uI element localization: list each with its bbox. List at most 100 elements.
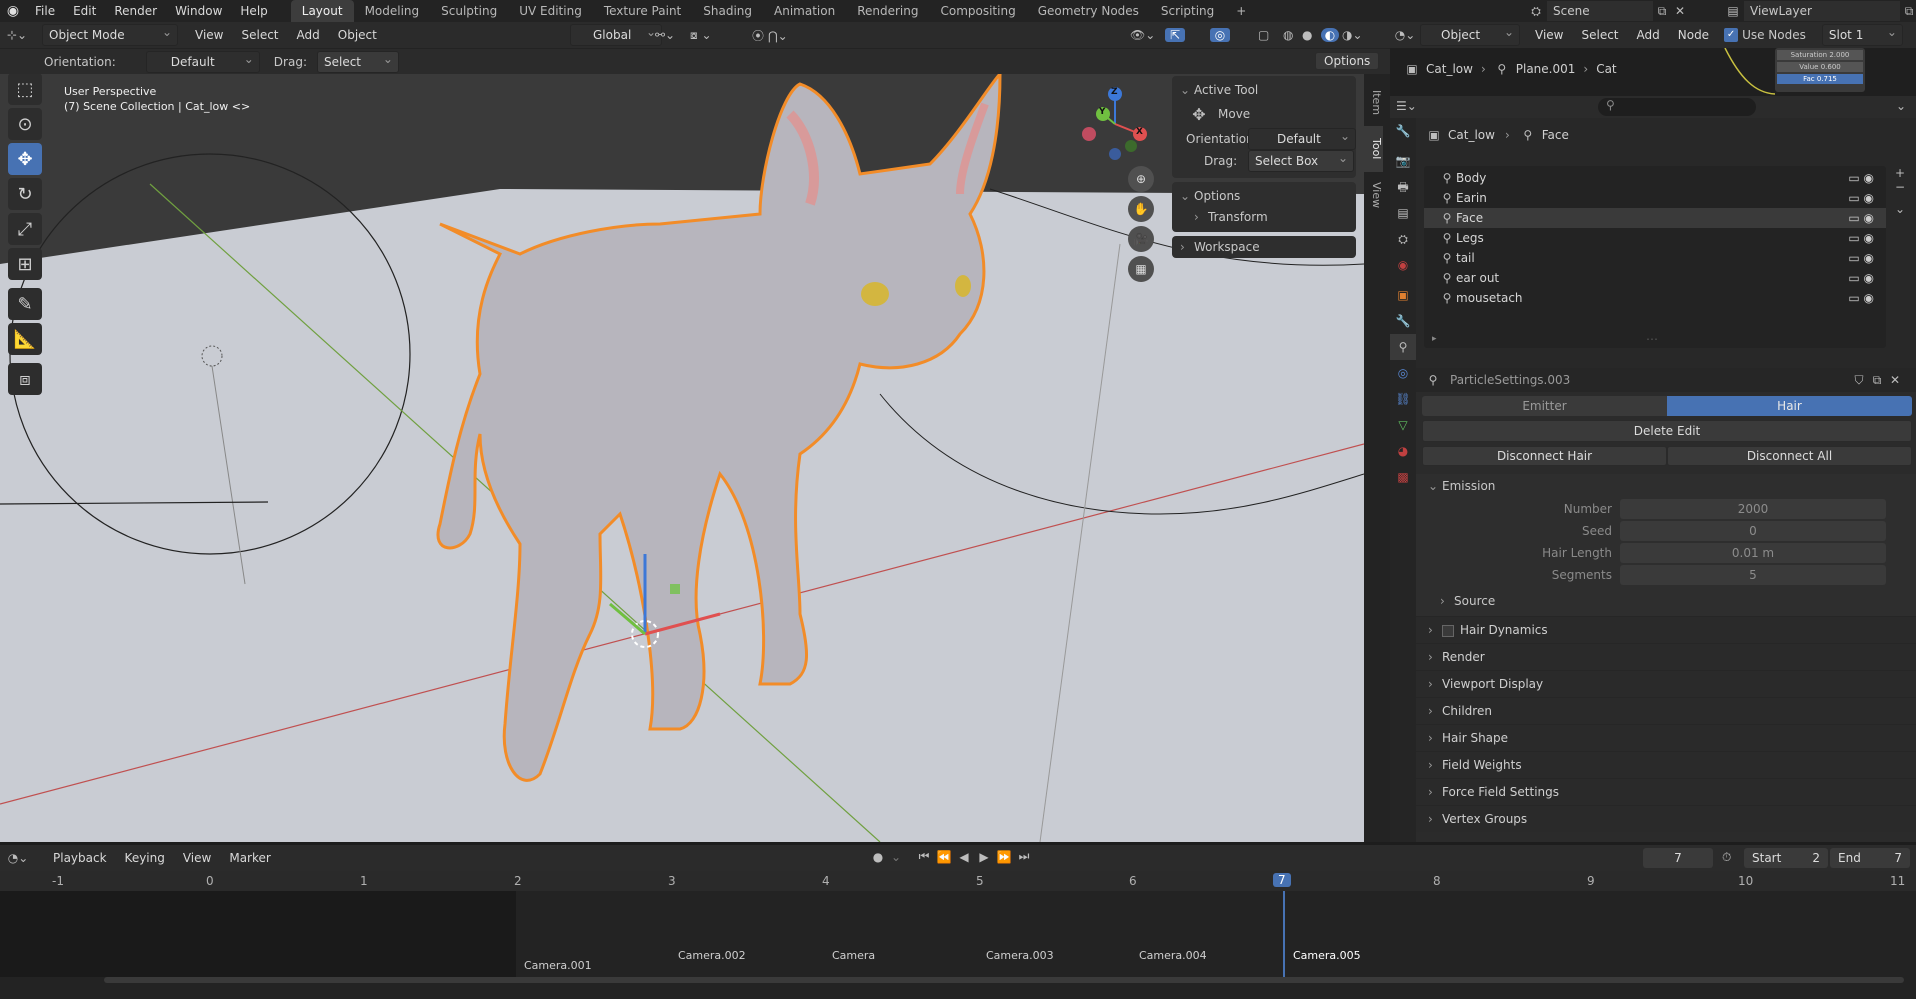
tab-tool[interactable]: Tool xyxy=(1364,126,1383,172)
seed-field[interactable]: 0 xyxy=(1620,521,1886,541)
scene-selector[interactable]: ⛭ Scene ⧉ ✕ xyxy=(1525,1,1689,21)
tab-scripting[interactable]: Scripting xyxy=(1150,0,1225,22)
timeline-area[interactable]: -1 0 1 2 3 4 5 6 7 8 9 10 11 Camera.001 … xyxy=(0,871,1916,983)
record-icon[interactable]: ● xyxy=(868,850,888,864)
options-button[interactable]: Options xyxy=(1315,52,1380,70)
end-frame-field[interactable]: End 7 xyxy=(1830,848,1910,868)
tool-tab-icon[interactable]: 🔧 xyxy=(1390,118,1416,144)
node-object-dropdown[interactable]: Object xyxy=(1420,22,1520,46)
node-editor[interactable]: ▣ Cat_low › ⚲ Plane.001 › Cat Saturation… xyxy=(1390,48,1916,96)
viewlayer-selector[interactable]: ▤ ViewLayer ⧉ xyxy=(1722,1,1916,21)
copy-viewlayer-icon[interactable]: ⧉ xyxy=(1900,4,1916,19)
view-layer-tab-icon[interactable]: ▤ xyxy=(1390,200,1416,226)
playhead-label[interactable]: 7 xyxy=(1273,873,1291,887)
data-tab-icon[interactable]: ▽ xyxy=(1390,412,1416,438)
3d-viewport[interactable]: User Perspective (7) Scene Collection | … xyxy=(0,74,1364,842)
marker-camera-002[interactable]: Camera.002 xyxy=(678,949,746,962)
tab-sculpting[interactable]: Sculpting xyxy=(430,0,508,22)
next-keyframe-icon[interactable]: ⏩ xyxy=(994,850,1014,864)
close-icon[interactable]: ✕ xyxy=(1886,373,1904,387)
outliner-breadcrumb-obj[interactable]: Cat_low xyxy=(1448,128,1495,142)
mini-node[interactable]: Saturation 2.000 Value 0.600 Fac 0.715 xyxy=(1775,48,1865,92)
filter-icon[interactable]: ⌄ xyxy=(1896,99,1906,113)
remove-slot-icon[interactable]: − xyxy=(1890,180,1910,194)
transform-orientation-dropdown[interactable]: Global xyxy=(570,22,662,46)
tab-texture-paint[interactable]: Texture Paint xyxy=(593,0,692,22)
navigation-gizmo[interactable]: Z X Y xyxy=(1075,84,1155,164)
scene-name[interactable]: Scene xyxy=(1547,1,1653,21)
emission-header[interactable]: ⌄ Emission xyxy=(1416,474,1916,498)
solid-shading-icon[interactable]: ● xyxy=(1302,28,1312,42)
n-orientation-dropdown[interactable]: Default xyxy=(1248,126,1356,150)
scene-tab-icon[interactable]: ⛭ xyxy=(1390,226,1416,252)
tab-geometry-nodes[interactable]: Geometry Nodes xyxy=(1027,0,1150,22)
world-tab-icon[interactable]: ◉ xyxy=(1390,252,1416,278)
tab-animation[interactable]: Animation xyxy=(763,0,846,22)
material-shading-icon[interactable]: ◐ xyxy=(1321,28,1339,42)
menu-window[interactable]: Window xyxy=(166,0,231,22)
add-workspace-button[interactable]: + xyxy=(1225,0,1257,22)
zoom-icon[interactable]: ⊕ xyxy=(1128,166,1154,192)
visibility-toggles[interactable]: ▭ ◉ xyxy=(1848,268,1874,288)
annotate-tool[interactable]: ✎ xyxy=(8,288,42,320)
disconnect-all-button[interactable]: Disconnect All xyxy=(1667,446,1912,466)
prev-keyframe-icon[interactable]: ⏪ xyxy=(934,850,954,864)
measure-tool[interactable]: 📐 xyxy=(8,323,42,355)
disconnect-hair-button[interactable]: Disconnect Hair xyxy=(1422,446,1667,466)
particle-settings-name[interactable]: ParticleSettings.003 xyxy=(1450,373,1850,387)
ortho-grid-icon[interactable]: ▦ xyxy=(1128,256,1154,282)
output-tab-icon[interactable]: 🖶 xyxy=(1390,174,1416,200)
close-icon[interactable]: ✕ xyxy=(1671,4,1689,18)
outliner-breadcrumb-item[interactable]: Face xyxy=(1542,128,1569,142)
node-menu-view[interactable]: View xyxy=(1526,24,1572,46)
play-icon[interactable]: ▶ xyxy=(974,850,994,864)
add-cube-tool[interactable]: ⧈ xyxy=(8,363,42,395)
constraints-tab-icon[interactable]: ⛓ xyxy=(1390,386,1416,412)
hair-tab[interactable]: Hair xyxy=(1667,396,1912,416)
menu-add[interactable]: Add xyxy=(288,24,329,46)
delete-edit-button[interactable]: Delete Edit xyxy=(1422,420,1912,442)
tab-modeling[interactable]: Modeling xyxy=(354,0,431,22)
marker-camera-001[interactable]: Camera.001 xyxy=(524,959,592,972)
current-frame-field[interactable]: 7 xyxy=(1643,848,1713,868)
segments-field[interactable]: 5 xyxy=(1620,565,1886,585)
rotate-tool[interactable]: ↻ xyxy=(8,178,42,210)
editor-type-icon[interactable]: ☰⌄ xyxy=(1396,99,1417,113)
list-item[interactable]: ⚲ Face ▭ ◉ xyxy=(1424,208,1886,228)
timeline-playback-menu[interactable]: Playback xyxy=(44,847,116,869)
editor-type-icon[interactable]: ⊹⌄ xyxy=(0,28,34,42)
object-tab-icon[interactable]: ▣ xyxy=(1390,282,1416,308)
breadcrumb-plane[interactable]: Plane.001 xyxy=(1516,62,1576,76)
emitter-tab[interactable]: Emitter xyxy=(1422,396,1667,416)
gizmo-toggle-icon[interactable]: ⇱ xyxy=(1165,28,1185,42)
snap-icon[interactable]: ⧇ ⌄ xyxy=(690,28,712,43)
physics-tab-icon[interactable]: ◎ xyxy=(1390,360,1416,386)
visibility-toggles[interactable]: ▭ ◉ xyxy=(1848,228,1874,248)
breadcrumb-cat-low[interactable]: Cat_low xyxy=(1426,62,1473,76)
hair-dynamics-checkbox[interactable] xyxy=(1442,624,1454,637)
timeline-view-menu[interactable]: View xyxy=(174,847,220,869)
transform-subpanel[interactable]: › Transform xyxy=(1172,206,1356,228)
proportional-edit-icon[interactable]: ⦿ ⋂⌄ xyxy=(752,27,788,44)
list-item[interactable]: ⚲ ear out ▭ ◉ xyxy=(1424,268,1886,288)
resize-handle[interactable]: ⋯ xyxy=(1646,332,1659,346)
use-nodes-checkbox[interactable]: ✓ xyxy=(1724,28,1739,42)
transform-tool[interactable]: ⊞ xyxy=(8,248,42,280)
tab-shading[interactable]: Shading xyxy=(692,0,763,22)
visibility-icon[interactable]: 👁⌄ xyxy=(1130,28,1155,42)
blender-logo-icon[interactable]: ◉ xyxy=(0,3,26,19)
particles-tab-icon[interactable]: ⚲ xyxy=(1390,334,1416,360)
node-menu-select[interactable]: Select xyxy=(1572,24,1627,46)
list-item[interactable]: ⚲ mousetach ▭ ◉ xyxy=(1424,288,1886,308)
cursor-tool[interactable]: ⊙ xyxy=(8,108,42,140)
list-item[interactable]: ⚲ Legs ▭ ◉ xyxy=(1424,228,1886,248)
list-item[interactable]: ⚲ Body ▭ ◉ xyxy=(1424,168,1886,188)
tab-view[interactable]: View xyxy=(1370,172,1383,218)
outliner-search-input[interactable]: ⚲ xyxy=(1598,98,1756,116)
xray-icon[interactable]: ▢ xyxy=(1258,28,1269,42)
tab-item[interactable]: Item xyxy=(1370,80,1383,126)
select-box-tool[interactable]: ⬚ xyxy=(8,74,42,105)
material-tab-icon[interactable]: ◕ xyxy=(1390,438,1416,464)
play-reverse-icon[interactable]: ◀ xyxy=(954,850,974,864)
start-frame-field[interactable]: Start 2 xyxy=(1744,848,1828,868)
